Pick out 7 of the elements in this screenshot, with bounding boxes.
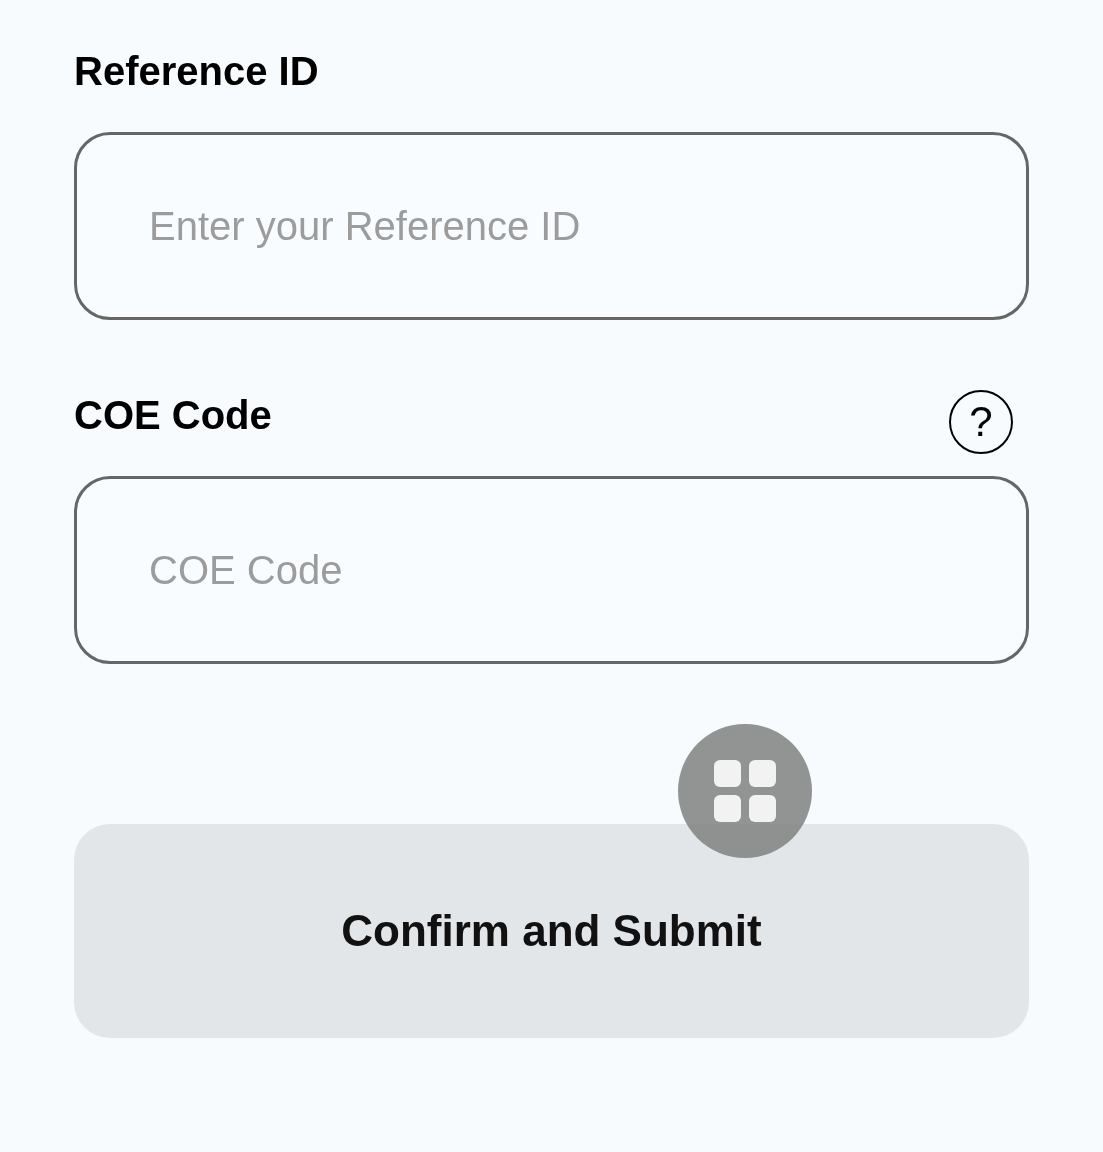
submit-button[interactable]: Confirm and Submit [74,824,1029,1038]
input-field[interactable]: COE Code [74,476,1029,664]
input-field[interactable]: Enter your Reference ID [74,132,1029,320]
field-label: COE Code [74,392,272,438]
help-button[interactable]: ? [949,390,1013,454]
field-label: Reference ID [74,48,319,94]
grid-icon [714,760,776,822]
